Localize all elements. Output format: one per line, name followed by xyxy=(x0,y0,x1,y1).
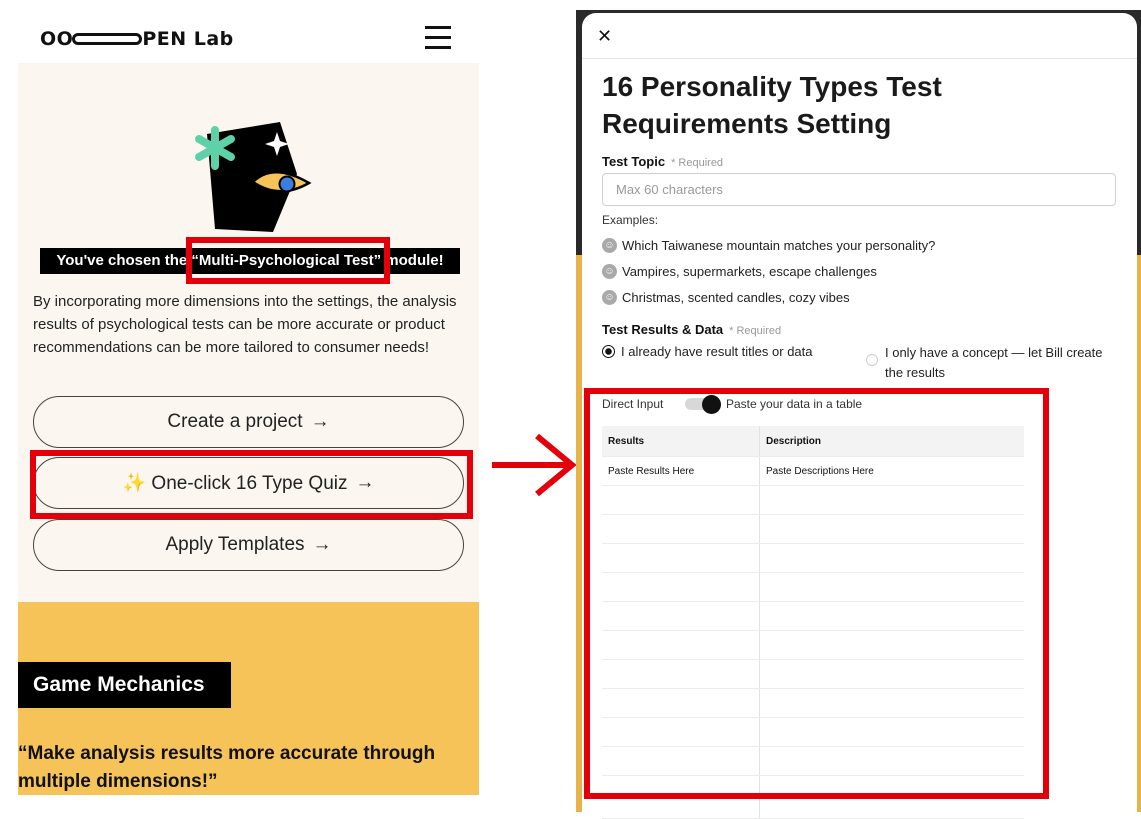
section-title: Game Mechanics xyxy=(18,662,231,708)
field-label: Test Topic xyxy=(602,154,666,169)
example-item[interactable]: ☺ Christmas, scented candles, cozy vibes xyxy=(602,290,850,305)
app-logo[interactable]: OO PEN Lab xyxy=(40,28,234,50)
test-results-label: Test Results & Data * Required xyxy=(602,321,781,339)
field-label: Test Results & Data xyxy=(602,322,724,337)
required-hint: * Required xyxy=(671,157,724,169)
apply-templates-button[interactable]: Apply Templates → xyxy=(33,519,464,571)
smiley-icon: ☺ xyxy=(602,238,617,253)
highlight-box-module xyxy=(186,237,390,284)
logo-pill-shape xyxy=(72,33,143,45)
radio-selected-icon xyxy=(602,345,615,358)
radio-label: I already have result titles or data xyxy=(621,344,813,359)
required-hint: * Required xyxy=(729,325,782,337)
test-topic-label: Test Topic * Required xyxy=(602,153,723,171)
logo-suffix: PEN Lab xyxy=(142,28,234,50)
logo-prefix: OO xyxy=(40,28,74,50)
radio-option-concept[interactable]: I only have a concept — let Bill create … xyxy=(866,343,1116,383)
smiley-icon: ☺ xyxy=(602,264,617,279)
button-label: Apply Templates xyxy=(165,534,305,555)
chosen-suffix: module! xyxy=(381,252,444,269)
eye-illustration-icon xyxy=(195,122,312,232)
hero-description: By incorporating more dimensions into th… xyxy=(33,293,457,356)
highlight-box-table xyxy=(584,388,1049,799)
create-project-button[interactable]: Create a project → xyxy=(33,396,464,448)
examples-label: Examples: xyxy=(602,213,659,227)
example-text: Christmas, scented candles, cozy vibes xyxy=(622,290,850,305)
section-quote: “Make analysis results more accurate thr… xyxy=(18,743,436,792)
arrow-right-icon: → xyxy=(310,411,330,432)
modal-title: 16 Personality Types Test Requirements S… xyxy=(602,71,942,139)
arrow-right-icon: → xyxy=(312,534,332,555)
example-item[interactable]: ☺ Which Taiwanese mountain matches your p… xyxy=(602,238,935,253)
example-item[interactable]: ☺ Vampires, supermarkets, escape challeng… xyxy=(602,264,877,279)
arrow-right-icon xyxy=(492,433,577,497)
smiley-icon: ☺ xyxy=(602,290,617,305)
modal-header-divider xyxy=(582,58,1137,59)
radio-unselected-icon xyxy=(866,354,878,366)
example-text: Vampires, supermarkets, escape challenge… xyxy=(622,264,877,279)
menu-icon[interactable] xyxy=(425,25,451,49)
close-icon[interactable]: ✕ xyxy=(597,26,612,47)
highlight-box-quiz-button xyxy=(30,450,473,519)
chosen-prefix: You've chosen the xyxy=(56,252,192,269)
button-label: Create a project xyxy=(167,411,303,432)
radio-option-have-results[interactable]: I already have result titles or data xyxy=(602,344,813,359)
example-text: Which Taiwanese mountain matches your pe… xyxy=(622,238,936,253)
test-topic-input[interactable]: Max 60 characters xyxy=(602,173,1116,206)
radio-label: I only have a concept — let Bill create … xyxy=(885,345,1103,380)
